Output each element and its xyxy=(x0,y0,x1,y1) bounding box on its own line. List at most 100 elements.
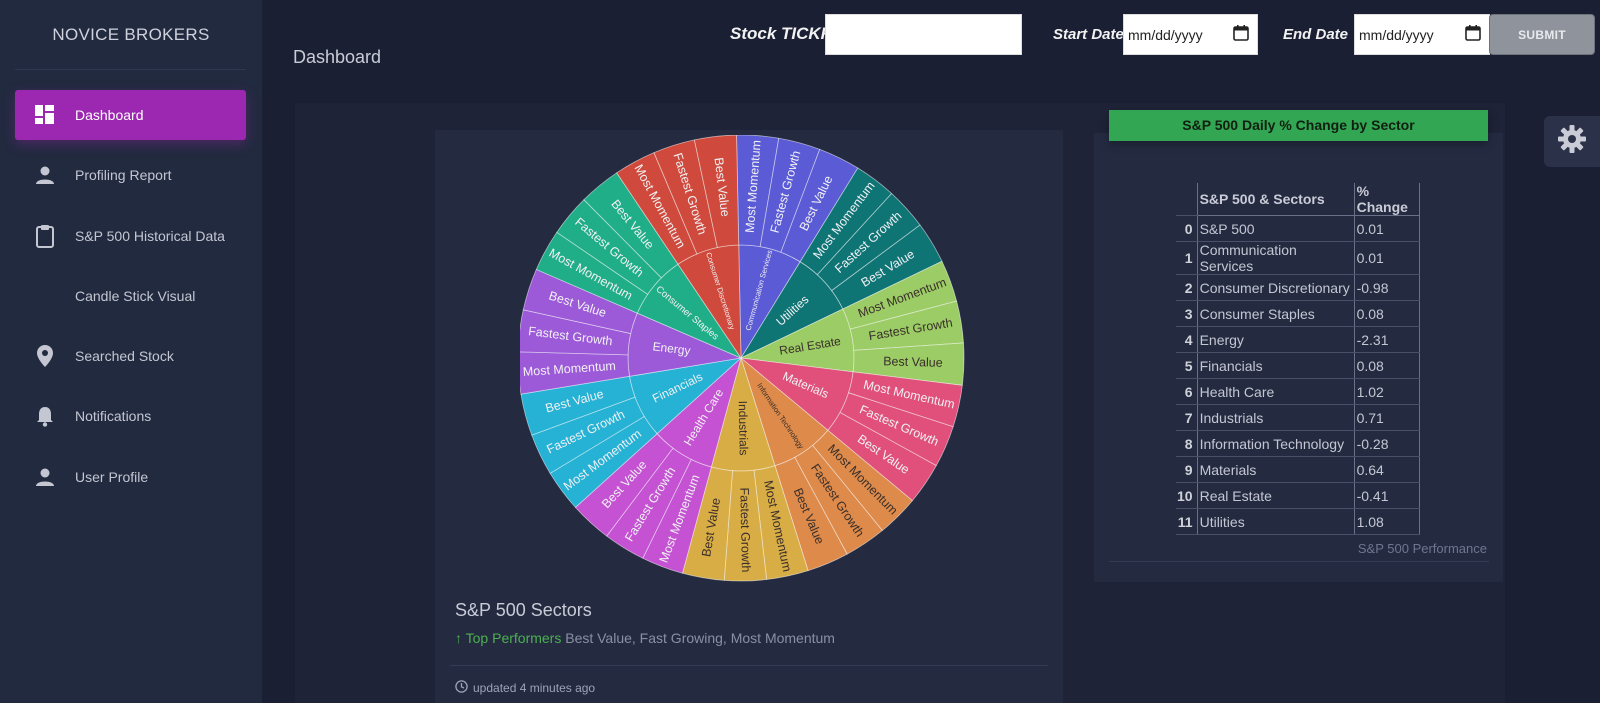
row-change: -0.41 xyxy=(1354,482,1420,509)
start-date-input[interactable]: mm/dd/yyyy xyxy=(1123,14,1258,55)
brand-divider xyxy=(15,69,246,70)
chart-card-divider xyxy=(450,665,1048,666)
row-sector: Industrials xyxy=(1196,404,1355,431)
row-sector: Materials xyxy=(1196,456,1355,483)
sidebar-item-label: User Profile xyxy=(75,468,149,485)
dashboard-icon xyxy=(31,105,59,125)
row-change: -0.28 xyxy=(1354,430,1420,457)
table-row: 10 Real Estate -0.41 xyxy=(1176,482,1420,509)
updated-text: updated 4 minutes ago xyxy=(473,681,596,695)
chart-card-title: S&P 500 Sectors xyxy=(455,600,592,620)
table-card-footer: S&P 500 Performance xyxy=(1357,541,1487,556)
row-index: 6 xyxy=(1176,378,1198,405)
table-card-title: S&P 500 Daily % Change by Sector xyxy=(1109,110,1488,141)
row-index: 7 xyxy=(1176,404,1198,431)
location-pin-icon xyxy=(31,345,59,368)
row-sector: Consumer Staples xyxy=(1196,300,1355,327)
end-date-label: End Date xyxy=(1283,26,1349,43)
submit-button[interactable]: SUBMIT xyxy=(1489,14,1595,55)
settings-tab[interactable] xyxy=(1544,116,1600,167)
sidebar-item-historical-data[interactable]: S&P 500 Historical Data xyxy=(15,211,246,261)
row-change: 0.64 xyxy=(1354,456,1420,483)
table-header-row: S&P 500 & Sectors % Change xyxy=(1176,183,1420,216)
subsector-label: Fastest Growth xyxy=(737,487,753,572)
row-sector: Energy xyxy=(1196,326,1355,353)
row-sector: Health Care xyxy=(1196,378,1355,405)
end-date-placeholder: mm/dd/yyyy xyxy=(1359,26,1434,43)
top-performers-text: Best Value, Fast Growing, Most Momentum xyxy=(565,630,835,646)
start-date-label: Start Date xyxy=(1053,26,1124,43)
row-index: 11 xyxy=(1176,508,1198,535)
row-sector: Financials xyxy=(1196,352,1355,379)
row-sector: S&P 500 xyxy=(1196,215,1355,242)
row-change: -0.98 xyxy=(1354,274,1420,301)
row-sector: Utilities xyxy=(1196,508,1355,535)
gear-icon xyxy=(1557,124,1587,159)
table-row: 7 Industrials 0.71 xyxy=(1176,404,1420,431)
sidebar-item-user-profile[interactable]: User Profile xyxy=(15,452,246,502)
person-icon xyxy=(31,467,59,487)
row-change: 0.01 xyxy=(1354,215,1420,242)
row-index: 4 xyxy=(1176,326,1198,353)
table-row: 0 S&P 500 0.01 xyxy=(1176,215,1420,242)
clock-icon xyxy=(455,680,468,696)
table-row: 5 Financials 0.08 xyxy=(1176,352,1420,379)
table-row: 6 Health Care 1.02 xyxy=(1176,378,1420,405)
row-sector: Information Technology xyxy=(1196,430,1355,457)
table-row: 9 Materials 0.64 xyxy=(1176,456,1420,483)
top-performers-label: Top Performers xyxy=(465,630,562,646)
row-change: 0.08 xyxy=(1354,352,1420,379)
calendar-icon[interactable] xyxy=(1465,25,1481,44)
brand-logo-text[interactable]: NOVICE BROKERS xyxy=(0,0,262,70)
row-change: -2.31 xyxy=(1354,326,1420,353)
table-row: 11 Utilities 1.08 xyxy=(1176,508,1420,535)
column-header-sector: S&P 500 & Sectors xyxy=(1196,183,1355,216)
sidebar-item-dashboard[interactable]: Dashboard xyxy=(15,90,246,140)
row-change: 1.02 xyxy=(1354,378,1420,405)
table-row: 4 Energy -2.31 xyxy=(1176,326,1420,353)
start-date-placeholder: mm/dd/yyyy xyxy=(1128,26,1203,43)
sidebar-item-label: Profiling Report xyxy=(75,167,172,184)
calendar-icon[interactable] xyxy=(1233,25,1249,44)
row-sector: Communication Services xyxy=(1196,241,1355,275)
row-change: 1.08 xyxy=(1354,508,1420,535)
end-date-input[interactable]: mm/dd/yyyy xyxy=(1354,14,1490,55)
row-index: 8 xyxy=(1176,430,1198,457)
sidebar-item-label: Notifications xyxy=(75,408,152,425)
row-change: 0.08 xyxy=(1354,300,1420,327)
row-index: 9 xyxy=(1176,456,1198,483)
table-row: 8 Information Technology -0.28 xyxy=(1176,430,1420,457)
chart-card-subtitle: ↑ Top Performers Best Value, Fast Growin… xyxy=(455,630,835,646)
row-index: 1 xyxy=(1176,241,1198,275)
row-sector: Real Estate xyxy=(1196,482,1355,509)
table-card-divider xyxy=(1109,561,1489,562)
subsector-label: Best Value xyxy=(883,354,943,370)
table-row: 2 Consumer Discretionary -0.98 xyxy=(1176,274,1420,301)
row-sector: Consumer Discretionary xyxy=(1196,274,1355,301)
bell-icon xyxy=(31,405,59,428)
sidebar-item-label: Candle Stick Visual xyxy=(75,287,196,304)
column-header-index xyxy=(1176,183,1198,216)
person-icon xyxy=(31,165,59,185)
row-index: 2 xyxy=(1176,274,1198,301)
row-change: 0.01 xyxy=(1354,241,1420,275)
table-row: 1 Communication Services 0.01 xyxy=(1176,241,1420,275)
tickr-label: Stock TICKR xyxy=(730,24,833,43)
row-index: 10 xyxy=(1176,482,1198,509)
tickr-input[interactable] xyxy=(825,14,1022,55)
sector-change-table: S&P 500 & Sectors % Change 0 S&P 500 0.01 1… xyxy=(1176,183,1420,535)
sidebar: NOVICE BROKERS Dashboard Profiling Repor… xyxy=(0,0,262,703)
sidebar-item-notifications[interactable]: Notifications xyxy=(15,391,246,441)
sidebar-item-searched-stock[interactable]: Searched Stock xyxy=(15,331,246,381)
row-change: 0.71 xyxy=(1354,404,1420,431)
page-title: Dashboard xyxy=(293,47,382,67)
row-index: 3 xyxy=(1176,300,1198,327)
sector-sunburst-chart[interactable]: Most Momentum Fastest GrowthBest ValueCom… xyxy=(520,135,980,595)
clipboard-icon xyxy=(31,224,59,248)
sidebar-item-label: S&P 500 Historical Data xyxy=(75,227,225,244)
sidebar-item-candle-stick[interactable]: Candle Stick Visual xyxy=(15,271,246,321)
arrow-up-icon: ↑ xyxy=(455,630,462,646)
sector-label: Industrials xyxy=(736,401,751,456)
sidebar-item-profiling-report[interactable]: Profiling Report xyxy=(15,150,246,200)
sidebar-item-label: Dashboard xyxy=(75,107,144,123)
